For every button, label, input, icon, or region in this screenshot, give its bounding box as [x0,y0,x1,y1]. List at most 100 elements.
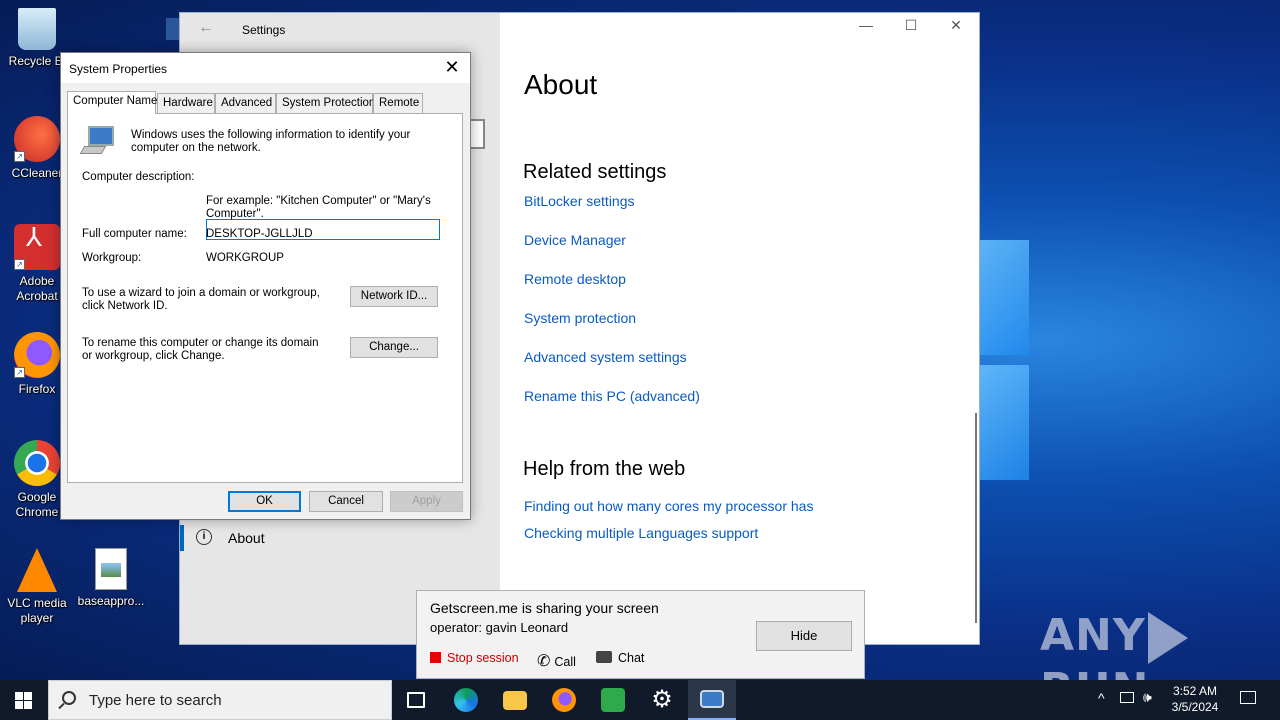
desktop-icon-label: Recycle Bi [8,54,66,68]
taskbar-edge[interactable] [442,680,490,720]
tab-system-protection[interactable]: System Protection [276,93,375,113]
description-label: Computer description: [82,171,195,183]
recycle-bin-icon [18,8,56,50]
selection-indicator [180,525,184,551]
taskbar-firefox[interactable] [540,680,588,720]
anyrun-watermark: ANYRUN [1040,610,1280,680]
speaker-icon: 🕪 [1143,689,1152,705]
ccleaner-icon: ↗ [14,116,60,162]
sidebar-item-label: About [228,530,265,546]
sharing-message: Getscreen.me is sharing your screen [430,600,659,616]
call-label: Call [554,655,576,669]
page-title: About [524,69,598,100]
clock-time: 3:52 AM [1172,684,1218,698]
start-button[interactable] [0,680,48,720]
close-button[interactable]: ✕ [936,17,976,34]
phone-icon: ✆ [537,653,551,670]
dialog-titlebar: System Properties ✕ [61,53,470,83]
screen-sharing-banner: Getscreen.me is sharing your screen oper… [416,590,865,679]
desktop-icon-label: Adobe Acrobat [16,274,58,303]
device-manager-link[interactable]: Device Manager [524,232,626,248]
change-button[interactable]: Change... [350,337,438,358]
firefox-icon: ↗ [14,332,60,378]
related-settings-heading: Related settings [523,161,667,183]
search-placeholder: Type here to search [89,692,222,709]
rename-pc-link[interactable]: Rename this PC (advanced) [524,388,700,404]
task-view-button[interactable] [392,680,440,720]
back-arrow-icon[interactable]: ← [198,19,214,37]
close-icon[interactable]: ✕ [440,56,464,78]
tab-advanced[interactable]: Advanced [215,93,276,113]
workgroup-value: WORKGROUP [206,252,284,264]
full-name-value: DESKTOP-JGLLJLD [206,228,313,240]
network-id-text: To use a wizard to join a domain or work… [82,287,320,312]
desktop-icon-label: CCleaner [11,166,63,180]
cancel-button[interactable]: Cancel [309,491,383,512]
system-protection-link[interactable]: System protection [524,310,636,326]
taskbar-system-properties[interactable] [688,680,736,720]
dialog-title: System Properties [69,62,168,76]
info-icon: i [196,529,212,545]
computer-icon [79,126,116,156]
edge-icon [454,688,478,712]
window-title: Settings [242,23,286,37]
image-file-icon [95,548,127,590]
stop-icon [430,652,441,663]
apply-button[interactable]: Apply [390,491,463,512]
taskbar-clock[interactable]: 3:52 AM 3/5/2024 [1160,683,1230,715]
ok-button[interactable]: OK [228,491,301,512]
maximize-button[interactable]: ☐ [891,17,931,34]
task-view-icon [407,692,425,708]
sidebar-item-about[interactable]: i About [180,525,500,551]
search-icon [62,691,76,705]
help-link-languages[interactable]: Checking multiple Languages support [524,525,758,541]
chat-icon [596,651,612,663]
tab-remote[interactable]: Remote [373,93,423,113]
clock-date: 3/5/2024 [1171,700,1219,714]
intro-text: Windows uses the following information t… [131,129,411,154]
help-heading: Help from the web [523,458,686,480]
hide-button[interactable]: Hide [756,621,852,651]
operator-text: operator: gavin Leonard [430,620,569,635]
adobe-acrobat-icon: ⅄ ↗ [14,224,60,270]
taskbar-search-box[interactable]: Type here to search [48,680,392,720]
desktop-icon-label: Firefox [18,382,56,396]
desktop-icon-baseappro[interactable]: baseappro... [74,548,148,609]
help-link-cores[interactable]: Finding out how many cores my processor … [524,498,813,514]
folder-icon [503,691,527,710]
network-id-button[interactable]: Network ID... [350,286,438,307]
bitlocker-settings-link[interactable]: BitLocker settings [524,193,635,209]
vlc-icon [17,548,57,592]
getscreen-icon [601,688,625,712]
taskbar-file-explorer[interactable] [491,680,539,720]
minimize-button[interactable]: — [846,17,886,33]
tab-hardware[interactable]: Hardware [157,93,215,113]
desktop-icon-vlc[interactable]: VLC media player [0,548,74,626]
taskbar-settings[interactable]: ⚙ [638,680,686,720]
gear-icon: ⚙ [651,686,673,713]
advanced-system-settings-link[interactable]: Advanced system settings [524,349,687,365]
full-name-label: Full computer name: [82,228,187,240]
stop-session-button[interactable]: Stop session [430,651,519,665]
taskbar-getscreen[interactable] [589,680,637,720]
computer-icon [700,690,724,708]
firefox-icon [552,688,576,712]
network-icon [1120,692,1134,703]
computer-name-panel: Windows uses the following information t… [67,113,463,483]
word-icon-peek [166,18,180,40]
remote-desktop-link[interactable]: Remote desktop [524,271,626,287]
notification-icon [1240,691,1256,704]
desktop-icon-label: VLC media player [7,596,67,625]
chrome-icon [14,440,60,486]
tab-computer-name[interactable]: Computer Name [67,91,157,114]
chat-label: Chat [618,651,645,665]
example-text: For example: "Kitchen Computer" or "Mary… [206,195,431,220]
workgroup-label: Workgroup: [82,252,142,264]
system-properties-dialog: System Properties ✕ Computer Name Hardwa… [60,52,471,520]
scrollbar[interactable] [975,413,977,623]
chat-button[interactable]: Chat [596,651,644,665]
rename-text: To rename this computer or change its do… [82,337,319,362]
call-button[interactable]: ✆ Call [537,651,576,671]
stop-session-label: Stop session [447,651,519,665]
desktop-icon-label: baseappro... [77,594,145,608]
